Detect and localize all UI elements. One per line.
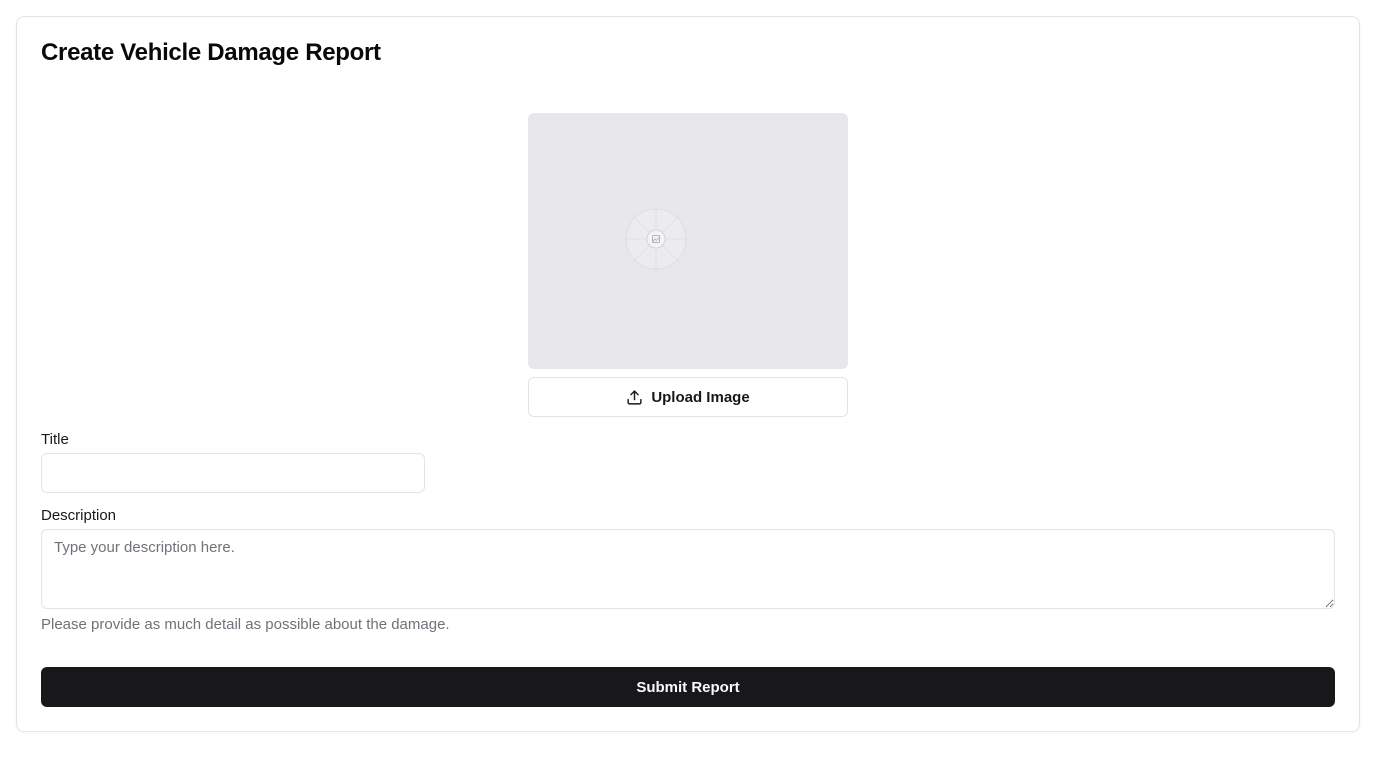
title-input[interactable]	[41, 453, 425, 493]
description-textarea[interactable]	[41, 529, 1335, 609]
submit-report-button[interactable]: Submit Report	[41, 667, 1335, 707]
title-label: Title	[41, 431, 69, 448]
image-preview	[528, 113, 848, 369]
upload-button-label: Upload Image	[651, 388, 750, 406]
page-title: Create Vehicle Damage Report	[41, 39, 381, 66]
upload-image-button[interactable]: Upload Image	[528, 377, 848, 417]
upload-icon	[627, 389, 642, 405]
image-placeholder-icon	[622, 205, 690, 273]
damage-report-card: Create Vehicle Damage Report Upload Imag…	[16, 16, 1360, 732]
description-helper-text: Please provide as much detail as possibl…	[41, 616, 450, 633]
description-label: Description	[41, 507, 117, 524]
